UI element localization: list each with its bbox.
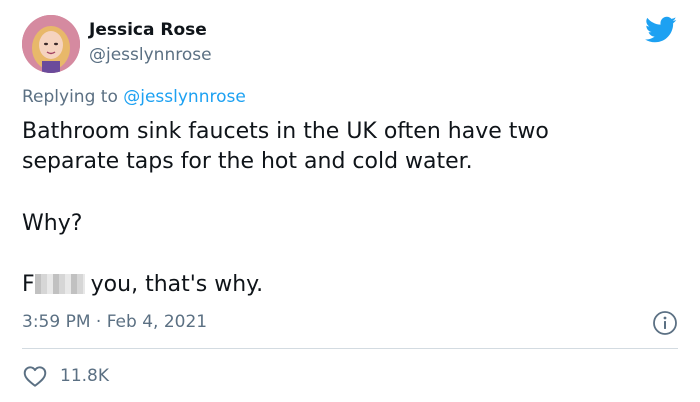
display-name[interactable]: Jessica Rose: [89, 20, 207, 40]
tweet-card: Jessica Rose @jesslynnrose Replying to @…: [0, 0, 700, 402]
tweet-text-line: Why?: [22, 211, 83, 236]
tweet-text-line: Fyou, that's why.: [22, 271, 263, 299]
like-action[interactable]: 11.8K: [22, 362, 109, 390]
avatar-illustration: [22, 15, 80, 73]
divider: [22, 348, 678, 349]
heart-icon[interactable]: [22, 363, 48, 389]
twitter-bird-icon[interactable]: [645, 16, 677, 44]
avatar[interactable]: [22, 15, 80, 73]
censor-blur: [34, 274, 85, 294]
info-icon[interactable]: [652, 310, 678, 336]
tweet-text-line: separate taps for the hot and cold water…: [22, 149, 473, 174]
replying-to: Replying to @jesslynnrose: [22, 87, 246, 107]
tweet-text-start: F: [22, 272, 35, 297]
replying-to-label: Replying to: [22, 87, 118, 107]
tweet-timestamp[interactable]: 3:59 PM · Feb 4, 2021: [22, 312, 207, 332]
reply-mention-link[interactable]: @jesslynnrose: [123, 87, 246, 107]
tweet-text-end: you, that's why.: [90, 272, 264, 297]
like-count: 11.8K: [60, 366, 109, 386]
tweet-text-line: Bathroom sink faucets in the UK often ha…: [22, 119, 549, 144]
user-handle[interactable]: @jesslynnrose: [89, 45, 212, 65]
